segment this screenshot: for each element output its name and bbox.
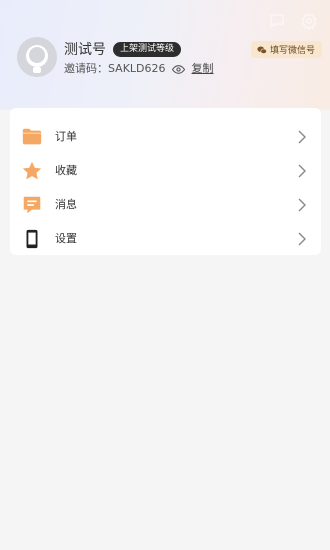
message-icon (21, 194, 43, 216)
message-icon[interactable] (268, 12, 286, 30)
invite-label: 邀请码： (64, 62, 108, 75)
eye-icon[interactable] (171, 63, 185, 76)
menu-item-settings[interactable]: 设置 (10, 222, 321, 256)
phone-icon (21, 228, 43, 250)
avatar[interactable] (17, 37, 57, 77)
settings-gear-icon[interactable] (300, 12, 318, 30)
menu-item-label: 设置 (55, 232, 77, 245)
invite-row: 邀请码： SAKLD626 复制 (64, 62, 214, 76)
chevron-right-icon (297, 130, 307, 144)
wechat-button[interactable]: 填写微信号 (250, 41, 322, 58)
menu-item-label: 订单 (55, 130, 77, 143)
folder-icon (21, 126, 43, 148)
menu-item-label: 消息 (55, 198, 77, 211)
invite-code: SAKLD626 (108, 62, 166, 75)
chevron-right-icon (297, 232, 307, 246)
menu-item-orders[interactable]: 订单 (10, 120, 321, 154)
level-badge: 上架测试等级 (113, 42, 182, 57)
menu-item-messages[interactable]: 消息 (10, 188, 321, 222)
menu-item-label: 收藏 (55, 164, 77, 177)
chevron-right-icon (297, 164, 307, 178)
menu-item-favorites[interactable]: 收藏 (10, 154, 321, 188)
username: 测试号 (64, 42, 106, 58)
menu-card: 订单 收藏 消息 设置 (10, 108, 321, 255)
chevron-right-icon (297, 198, 307, 212)
wechat-button-label: 填写微信号 (269, 46, 315, 56)
top-icons (268, 12, 318, 30)
wechat-icon (257, 45, 267, 55)
star-icon (21, 160, 43, 182)
copy-button[interactable]: 复制 (192, 62, 214, 76)
